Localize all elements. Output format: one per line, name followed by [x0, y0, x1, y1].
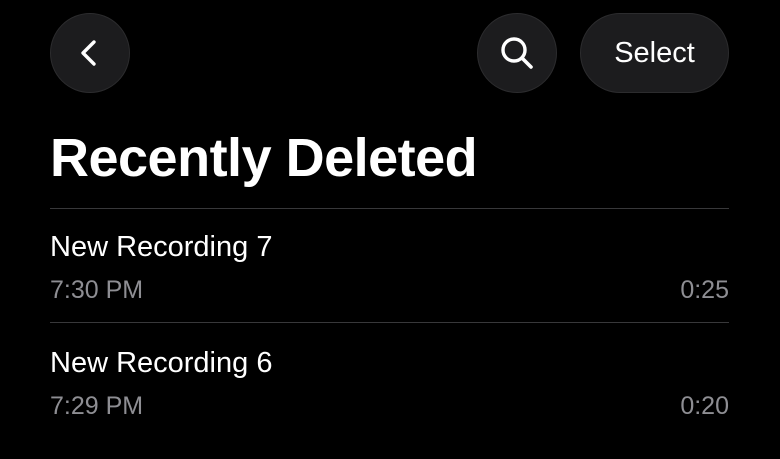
select-button[interactable]: Select	[580, 13, 729, 93]
page-title: Recently Deleted	[50, 128, 478, 188]
recording-duration: 0:25	[680, 276, 729, 304]
recording-name: New Recording 7	[50, 231, 273, 263]
divider	[50, 322, 729, 323]
recording-row[interactable]: New Recording 6 7:29 PM 0:20	[50, 345, 729, 459]
divider	[50, 208, 729, 209]
recording-duration: 0:20	[680, 392, 729, 420]
recording-time: 7:30 PM	[50, 276, 144, 304]
recording-name: New Recording 6	[50, 347, 273, 379]
recording-time: 7:29 PM	[50, 392, 144, 420]
recording-row[interactable]: New Recording 7 7:30 PM 0:25	[50, 229, 729, 343]
navigation-bar: Select	[0, 0, 780, 110]
search-button[interactable]	[477, 13, 557, 93]
chevron-left-icon	[81, 40, 96, 66]
magnifying-glass-icon	[501, 37, 533, 69]
back-button[interactable]	[50, 13, 130, 93]
